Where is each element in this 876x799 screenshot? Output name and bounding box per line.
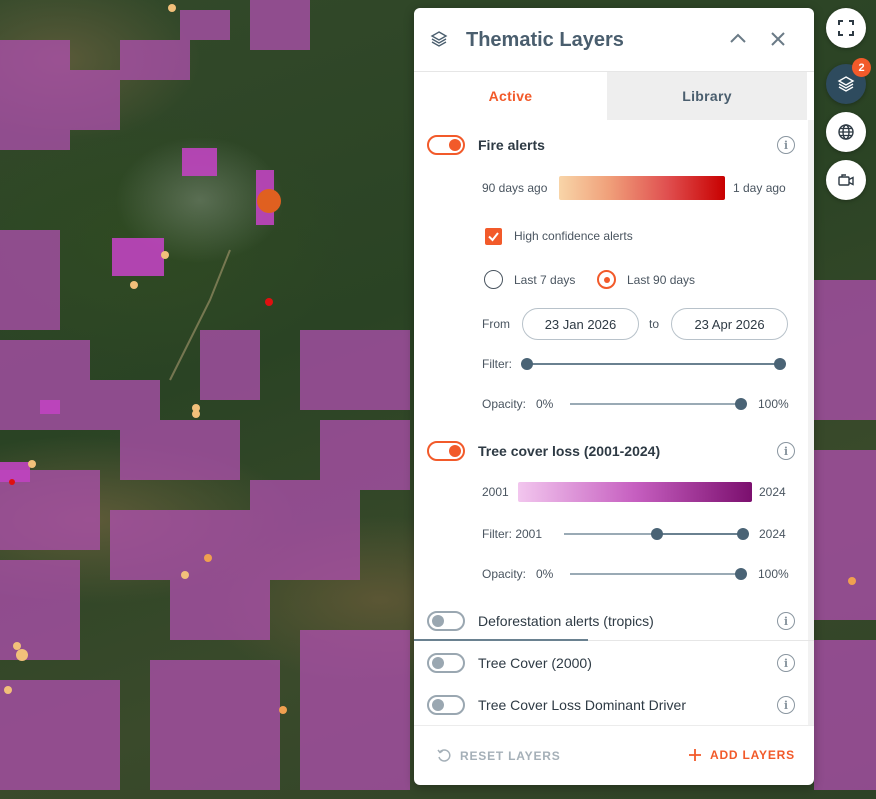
fire-alerts-label: Fire alerts [478,137,545,153]
tree-cover-loss-toggle[interactable] [427,441,465,461]
loss-opacity-handle[interactable] [735,568,747,580]
fire-alerts-toggle[interactable] [427,135,465,155]
info-icon[interactable]: i [777,654,795,672]
reset-icon [437,749,451,762]
to-date-picker[interactable]: 23 Apr 2026 [671,308,788,340]
layers-count-badge: 2 [852,58,871,77]
fire-opacity-max: 100% [758,397,789,411]
high-confidence-checkbox[interactable] [485,228,502,245]
collapse-button[interactable] [727,28,749,50]
layers-button[interactable]: 2 [826,58,871,104]
fire-legend-start: 90 days ago [482,181,548,195]
chevron-up-icon [730,33,746,43]
tree-cover-loss-label: Tree cover loss (2001-2024) [478,443,661,459]
loss-legend-end: 2024 [759,485,786,499]
fullscreen-button[interactable] [826,8,866,48]
info-icon[interactable]: i [777,136,795,154]
last-90-days-label: Last 90 days [627,273,696,287]
loss-opacity-max: 100% [758,567,789,581]
fire-legend-end: 1 day ago [733,181,786,195]
loss-filter-track-left[interactable] [564,533,660,535]
add-layers-label: ADD LAYERS [710,748,795,762]
layers-icon [428,28,450,50]
panel-footer: RESET LAYERS ADD LAYERS [414,725,814,785]
loss-filter-end-handle[interactable] [737,528,749,540]
deforestation-alerts-toggle[interactable] [427,611,465,631]
horizontal-scroll-indicator [414,639,588,641]
loss-legend-start: 2001 [482,485,509,499]
from-label: From [482,317,510,331]
info-icon[interactable]: i [777,442,795,460]
toggle-knob [449,139,461,151]
loss-opacity-track[interactable] [570,573,740,575]
fire-filter-track[interactable] [526,363,780,365]
panel-tabs: Active Library [414,72,814,120]
fire-filter-end-handle[interactable] [774,358,786,370]
loss-filter-max: 2024 [759,527,786,541]
thematic-layers-panel: Thematic Layers Active Library Fire aler… [414,8,814,785]
tree-cover-loss-driver-toggle[interactable] [427,695,465,715]
close-icon [771,32,785,46]
info-icon[interactable]: i [777,612,795,630]
loss-opacity-min: 0% [536,567,554,581]
basemap-button[interactable] [826,112,866,152]
add-layers-button[interactable]: ADD LAYERS [688,748,795,762]
fire-alerts-legend-gradient [559,176,725,200]
high-confidence-label: High confidence alerts [514,229,633,243]
toggle-knob [432,657,444,669]
panel-title: Thematic Layers [466,29,624,51]
fire-opacity-label: Opacity: [482,397,527,411]
tab-active[interactable]: Active [414,72,607,120]
close-button[interactable] [767,28,789,50]
video-camera-icon [838,174,854,186]
toggle-knob [449,445,461,457]
panel-header: Thematic Layers [414,8,814,72]
checkmark-icon [488,232,499,242]
globe-icon [838,124,854,140]
info-icon[interactable]: i [777,696,795,714]
plus-icon [689,749,701,761]
fullscreen-icon [838,20,854,36]
tree-cover-loss-driver-label: Tree Cover Loss Dominant Driver [478,697,686,713]
to-label: to [649,317,660,331]
tree-cover-2000-label: Tree Cover (2000) [478,655,592,671]
scrollbar[interactable] [808,120,814,725]
record-button[interactable] [826,160,866,200]
tree-cover-loss-legend-gradient [518,482,752,502]
deforestation-alerts-label: Deforestation alerts (tropics) [478,613,654,629]
fire-opacity-handle[interactable] [735,398,747,410]
loss-opacity-label: Opacity: [482,567,527,581]
loss-filter-track-range[interactable] [660,533,743,535]
last-90-days-radio[interactable] [597,270,616,289]
tree-cover-2000-toggle[interactable] [427,653,465,673]
reset-layers-button[interactable]: RESET LAYERS [436,748,561,764]
layers-icon [837,76,855,92]
fire-filter-start-handle[interactable] [521,358,533,370]
loss-filter-start-handle[interactable] [651,528,663,540]
reset-layers-label: RESET LAYERS [460,749,561,763]
toggle-knob [432,699,444,711]
loss-filter-label: Filter: 2001 [482,527,543,541]
tab-library[interactable]: Library [607,72,807,120]
fire-opacity-min: 0% [536,397,554,411]
fire-opacity-track[interactable] [570,403,740,405]
from-date-picker[interactable]: 23 Jan 2026 [522,308,639,340]
last-7-days-radio[interactable] [484,270,503,289]
last-7-days-label: Last 7 days [514,273,576,287]
fire-filter-label: Filter: [482,357,512,371]
toggle-knob [432,615,444,627]
